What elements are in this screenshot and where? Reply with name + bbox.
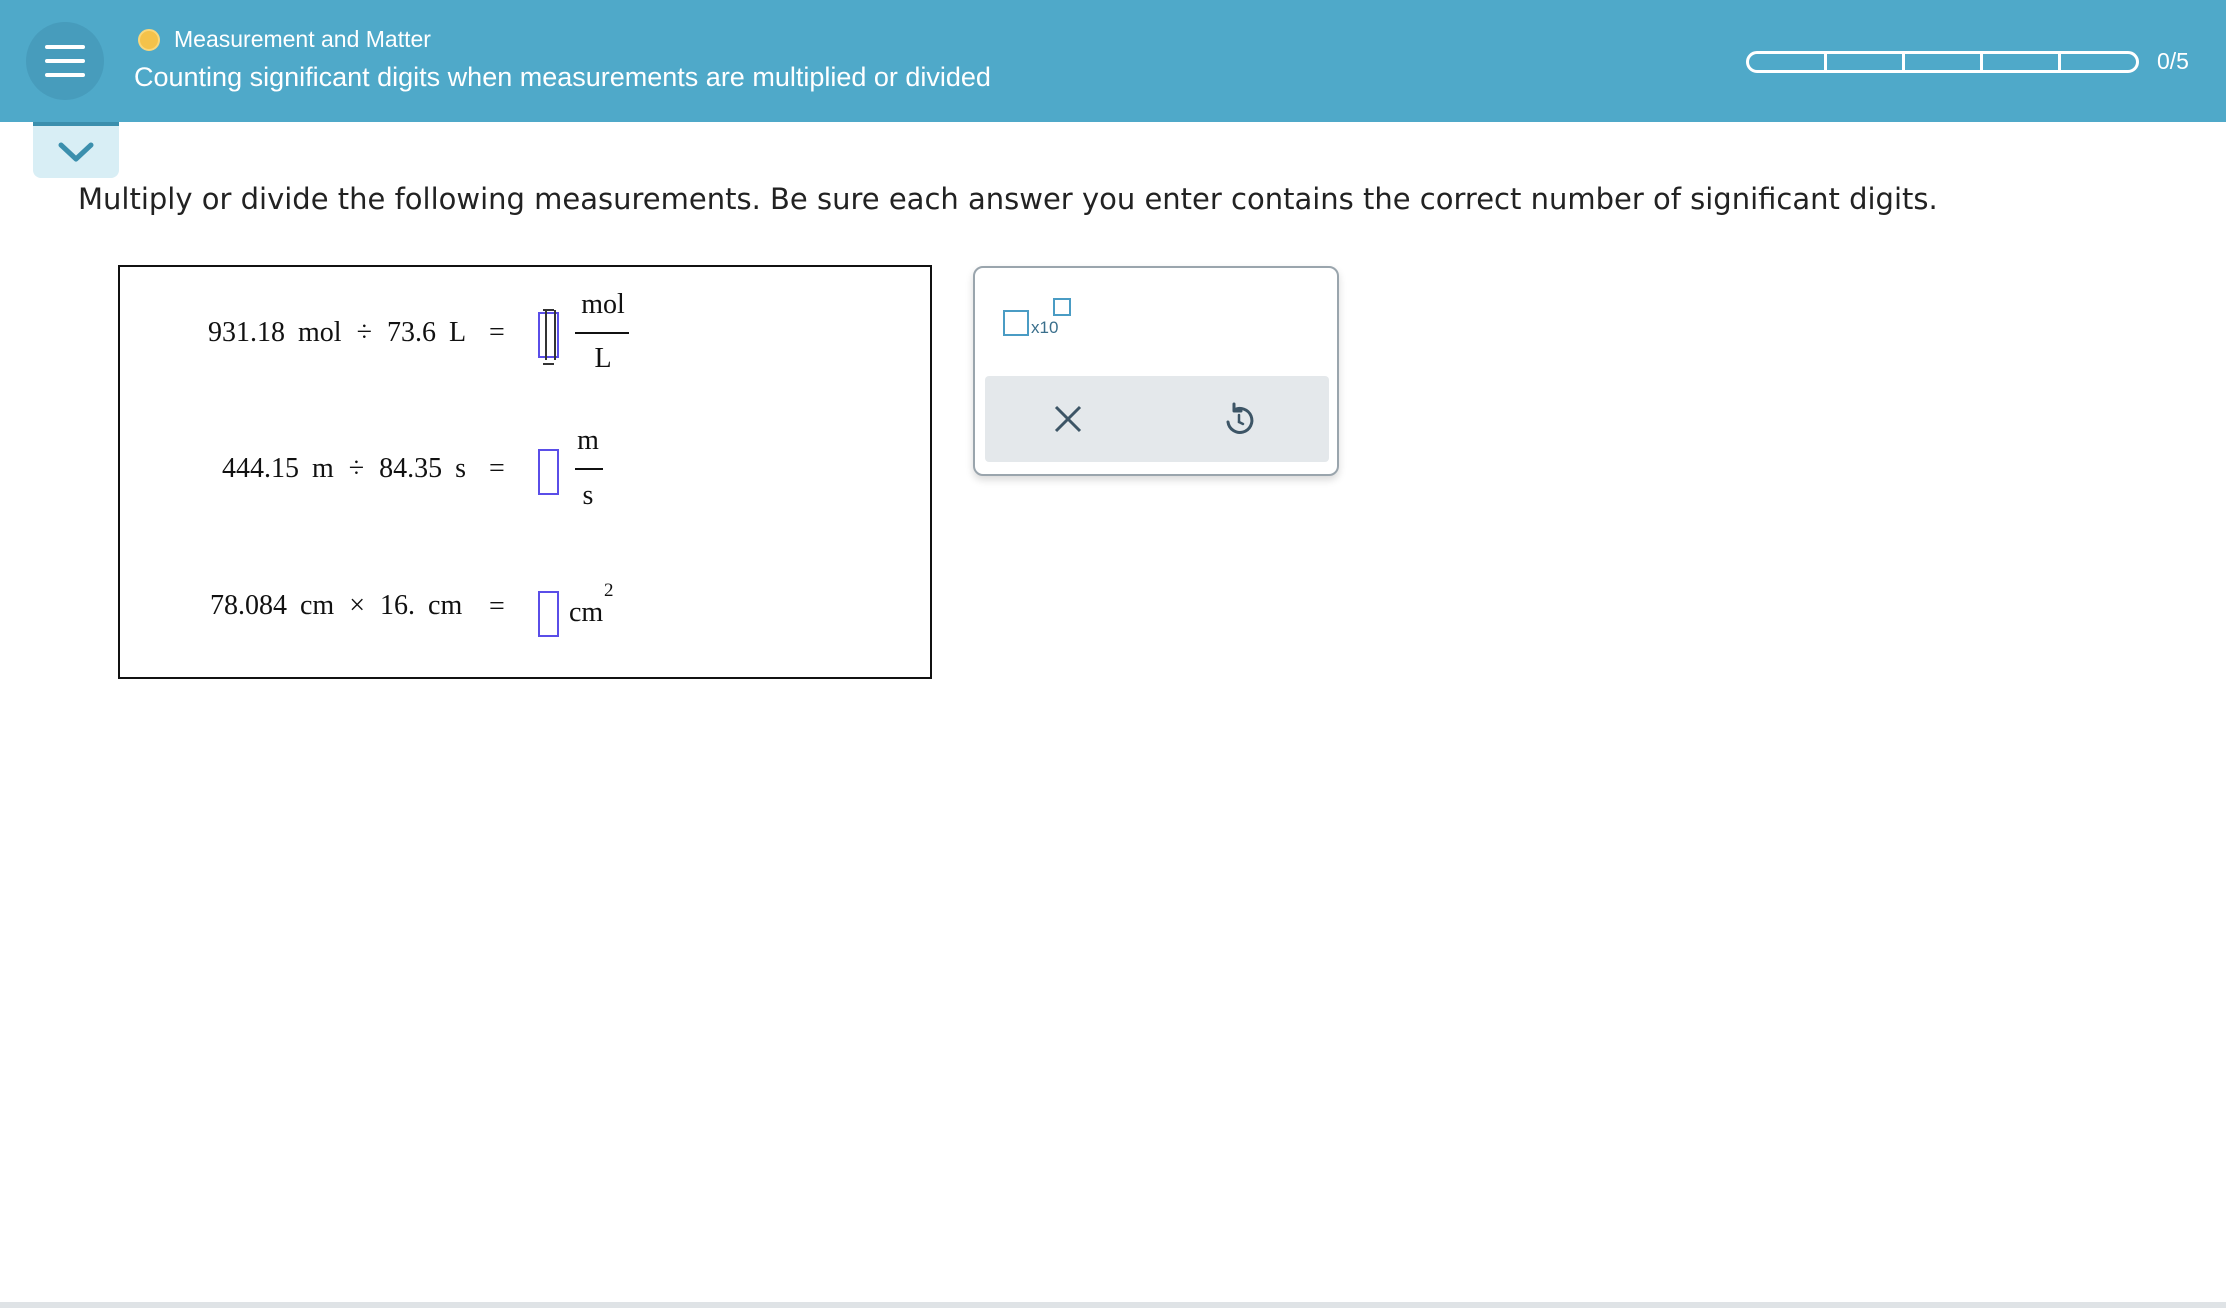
tool-action-bar	[985, 376, 1329, 462]
problem-3-a-unit: cm	[300, 590, 335, 621]
footer-divider	[0, 1302, 2226, 1308]
instruction-text: Multiply or divide the following measure…	[78, 182, 1938, 216]
problem-2-equals: =	[489, 453, 505, 484]
undo-icon	[1226, 402, 1254, 434]
problem-1-b: 73.6	[386, 317, 436, 348]
lesson-title: Counting significant digits when measure…	[134, 62, 991, 92]
topic-label: Measurement and Matter	[174, 26, 431, 52]
progress-segment	[1902, 51, 1983, 73]
problem-box: 931.18 mol ÷ 73.6 L = mol L 444.15 m ÷ 8…	[118, 265, 932, 679]
problem-1-operator: ÷	[356, 317, 372, 348]
problem-3-b: 16.	[380, 590, 416, 621]
chevron-down-icon	[58, 142, 94, 162]
progress-segment	[2058, 51, 2139, 73]
problem-2-b: 84.35	[379, 453, 443, 484]
problem-1-expression: 931.18 mol ÷ 73.6 L	[208, 317, 466, 349]
problem-1-fraction-bar	[575, 332, 629, 334]
problem-3-unit: cm	[569, 597, 604, 628]
problem-3-a: 78.084	[210, 590, 287, 621]
problem-3-b-unit: cm	[428, 590, 463, 621]
problem-3-unit-exponent: 2	[604, 580, 614, 601]
problem-1-equals: =	[489, 317, 505, 348]
hamburger-menu-icon	[45, 45, 85, 49]
problem-2-answer-input[interactable]	[538, 449, 559, 495]
problem-1-a: 931.18	[208, 317, 285, 348]
problem-2-fraction-bar	[575, 468, 603, 470]
progress-segment	[1824, 51, 1905, 73]
menu-button[interactable]	[26, 22, 104, 100]
progress-count: 0/5	[2157, 48, 2189, 74]
top-header: Measurement and Matter Counting signific…	[0, 0, 2226, 122]
problem-2-expression: 444.15 m ÷ 84.35 s	[222, 453, 466, 485]
problem-2-b-unit: s	[455, 453, 467, 484]
scientific-notation-icon	[1003, 310, 1029, 336]
problem-2-unit-denominator: s	[582, 480, 594, 511]
problem-3-answer-input[interactable]	[538, 591, 559, 637]
problem-1-unit-numerator: mol	[581, 289, 625, 320]
problem-1-a-unit: mol	[298, 317, 342, 348]
problem-1-unit-denominator: L	[594, 343, 612, 374]
exponent-box-icon	[1053, 298, 1071, 316]
progress-segment	[1980, 51, 2061, 73]
problem-1-b-unit: L	[448, 317, 467, 348]
problem-3-expression: 78.084 cm × 16. cm	[210, 590, 462, 622]
problem-2-a-unit: m	[312, 453, 334, 484]
problem-1-answer-input[interactable]	[538, 309, 559, 365]
progress-segment	[1746, 51, 1827, 73]
clear-button[interactable]	[1046, 397, 1090, 441]
collapse-header-button[interactable]	[33, 122, 119, 178]
topic-status-dot	[138, 28, 160, 51]
problem-3-equals: =	[489, 591, 505, 622]
math-tool-panel: x10	[973, 266, 1339, 476]
hamburger-line	[45, 59, 85, 63]
progress-bar	[1746, 51, 2139, 73]
undo-button[interactable]	[1217, 397, 1261, 441]
scientific-notation-button[interactable]: x10	[1003, 298, 1083, 348]
problem-2-operator: ÷	[348, 453, 365, 484]
close-icon	[1054, 405, 1082, 433]
hamburger-line	[45, 73, 85, 77]
topic-row: Measurement and Matter	[138, 26, 431, 53]
scientific-notation-label: x10	[1031, 318, 1059, 337]
problem-3-operator: ×	[349, 590, 366, 621]
problem-2-unit-numerator: m	[577, 425, 599, 456]
problem-2-a: 444.15	[222, 453, 299, 484]
